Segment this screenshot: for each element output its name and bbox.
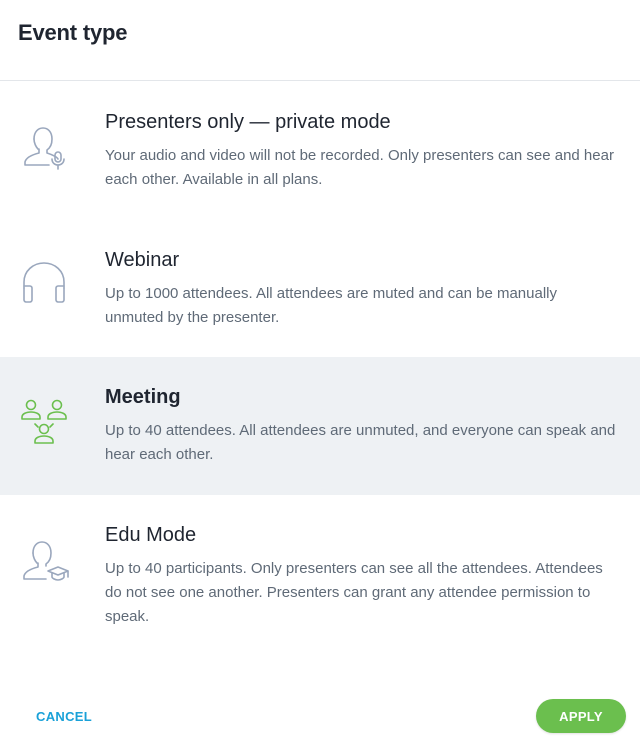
option-description: Up to 40 participants. Only presenters c…	[105, 560, 603, 625]
group-icon	[16, 393, 72, 449]
apply-button[interactable]: APPLY	[536, 699, 626, 733]
dialog-header: Event type	[0, 0, 640, 81]
option-title: Meeting	[105, 386, 181, 408]
presenter-mic-icon	[16, 119, 72, 175]
graduate-icon	[16, 533, 72, 589]
option-description: Up to 40 attendees. All attendees are un…	[105, 422, 616, 463]
option-meeting[interactable]: Meeting Up to 40 attendees. All attendee…	[0, 357, 640, 495]
option-presenters-only[interactable]: Presenters only — private mode Your audi…	[0, 81, 640, 219]
option-title: Edu Mode	[105, 524, 197, 546]
option-title: Presenters only — private mode	[105, 111, 391, 133]
dialog-title: Event type	[18, 20, 128, 45]
option-edu-mode[interactable]: Edu Mode Up to 40 participants. Only pre…	[0, 495, 640, 655]
cancel-button[interactable]: CANCEL	[22, 699, 106, 735]
option-webinar[interactable]: Webinar Up to 1000 attendees. All attend…	[0, 219, 640, 357]
event-type-options: Presenters only — private mode Your audi…	[0, 81, 640, 655]
headphones-icon	[16, 256, 72, 312]
option-title: Webinar	[105, 249, 180, 271]
dialog-footer: CANCEL APPLY	[0, 689, 640, 749]
option-description: Up to 1000 attendees. All attendees are …	[105, 285, 557, 326]
option-description: Your audio and video will not be recorde…	[105, 147, 614, 188]
